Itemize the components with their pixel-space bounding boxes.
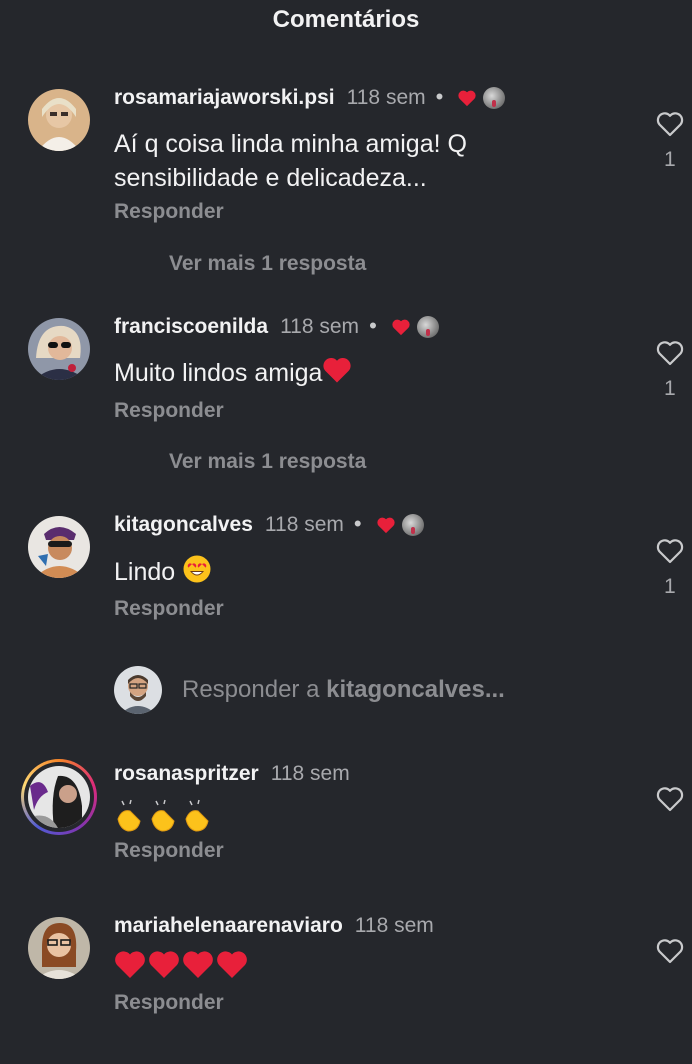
reply-button[interactable]: Responder bbox=[114, 399, 224, 423]
reply-input-row[interactable]: Responder a kitagoncalves... bbox=[114, 665, 505, 715]
red-heart-emoji-icon bbox=[322, 356, 352, 393]
comment-text bbox=[114, 799, 584, 842]
reply-button[interactable]: Responder bbox=[114, 597, 224, 621]
view-more-replies-button[interactable]: Ver mais 1 resposta bbox=[169, 252, 366, 276]
story-ring[interactable] bbox=[21, 759, 97, 835]
red-heart-emoji-icon bbox=[114, 948, 250, 989]
reply-input-placeholder[interactable]: Responder a kitagoncalves... bbox=[182, 676, 505, 704]
comment-text-content: Muito lindos amiga bbox=[114, 359, 323, 388]
comment-timestamp: 118 sem bbox=[354, 914, 434, 937]
reply-button[interactable]: Responder bbox=[114, 991, 224, 1015]
comment-timestamp: 118 sem bbox=[264, 513, 344, 536]
avatar[interactable] bbox=[28, 89, 90, 151]
avatar[interactable] bbox=[28, 516, 90, 578]
view-more-replies-button[interactable]: Ver mais 1 resposta bbox=[169, 450, 366, 474]
author-mini-avatar bbox=[483, 87, 506, 109]
avatar[interactable] bbox=[28, 917, 90, 979]
heart-eyes-emoji-icon bbox=[182, 554, 212, 593]
comment-timestamp: 118 sem bbox=[346, 86, 426, 109]
heart-outline-icon[interactable] bbox=[655, 339, 685, 367]
comment-username[interactable]: franciscoenilda bbox=[114, 315, 268, 339]
author-liked-heart-icon bbox=[391, 318, 411, 336]
heart-outline-icon[interactable] bbox=[655, 110, 685, 138]
like-count: 1 bbox=[664, 148, 676, 171]
like-count: 1 bbox=[664, 377, 676, 400]
separator-dot: • bbox=[353, 511, 362, 536]
comment-text: Lindo bbox=[114, 554, 584, 593]
current-user-avatar bbox=[114, 666, 162, 714]
reply-button[interactable]: Responder bbox=[114, 839, 224, 863]
reply-target-username: kitagoncalves... bbox=[326, 676, 505, 703]
comment-username[interactable]: mariahelenaarenaviaro bbox=[114, 914, 343, 938]
comment-username[interactable]: rosanaspritzer bbox=[114, 762, 259, 786]
avatar[interactable] bbox=[28, 318, 90, 380]
page-title: Comentários bbox=[272, 6, 420, 33]
like-count: 1 bbox=[664, 575, 676, 598]
reply-button[interactable]: Responder bbox=[114, 200, 224, 224]
author-mini-avatar bbox=[401, 514, 424, 536]
author-liked-heart-icon bbox=[457, 89, 477, 107]
clapping-hands-emoji-icon bbox=[114, 799, 214, 842]
comment-text bbox=[114, 948, 584, 989]
author-liked-heart-icon bbox=[376, 516, 396, 534]
avatar[interactable] bbox=[28, 766, 90, 828]
heart-outline-icon[interactable] bbox=[655, 785, 685, 813]
comment-text: Aí q coisa linda minha amiga! Q sensibil… bbox=[114, 130, 467, 192]
author-mini-avatar bbox=[416, 316, 439, 338]
comment-timestamp: 118 sem bbox=[280, 315, 360, 338]
heart-outline-icon[interactable] bbox=[655, 937, 685, 965]
comment-text: Muito lindos amiga bbox=[114, 356, 584, 393]
comment-timestamp: 118 sem bbox=[270, 762, 350, 785]
comment-text-content: Lindo bbox=[114, 558, 176, 587]
comment-username[interactable]: kitagoncalves bbox=[114, 513, 253, 537]
separator-dot: • bbox=[369, 313, 377, 338]
comment-username[interactable]: rosamariajaworski.psi bbox=[114, 86, 335, 110]
reply-prefix: Responder a bbox=[182, 676, 327, 703]
heart-outline-icon[interactable] bbox=[655, 537, 685, 565]
separator-dot: • bbox=[435, 84, 444, 109]
